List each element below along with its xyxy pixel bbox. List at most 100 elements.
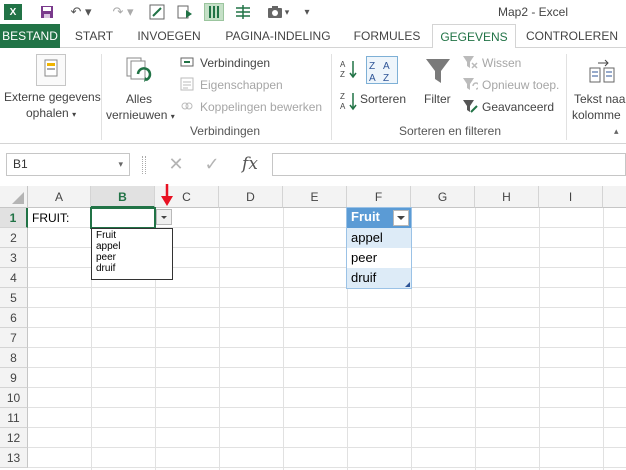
validation-dropdown-list: Fruit appel peer druif [91,228,173,280]
validation-dropdown-button[interactable] [156,209,172,225]
row-header-1[interactable]: 1 [0,208,28,228]
confirm-icon[interactable]: ✓ [200,153,224,176]
insert-function-icon[interactable]: fx [236,153,264,176]
refresh-label-2-wrap: vernieuwen ▾ [106,108,175,122]
row-header-9[interactable]: 9 [0,368,28,388]
advanced-filter-icon [463,100,478,113]
formula-bar-grip[interactable] [142,156,146,174]
red-arrow-annotation-icon [161,184,173,206]
gridline [28,467,626,468]
svg-text:Z: Z [383,73,389,83]
refresh-label-2: vernieuwen [106,108,168,122]
ribbon: Externe gegevens ophalen ▾ Alles vernieu… [0,48,626,144]
sort-az-button[interactable]: AZ [340,58,358,80]
title-bar: X ↶ ▾ ↷ ▾ ▾ ▾ Map2 - Excel [0,0,626,24]
dropdown-option[interactable]: Fruit [96,230,168,241]
row-header-3[interactable]: 3 [0,248,28,268]
svg-text:A: A [383,61,390,72]
column-header-i[interactable]: I [539,186,603,208]
row-header-6[interactable]: 6 [0,308,28,328]
svg-text:A: A [340,60,346,69]
column-header-g[interactable]: G [411,186,475,208]
edit-links-label: Koppelingen bewerken [200,100,323,114]
column-header-b[interactable]: B [91,186,155,208]
properties-label: Eigenschappen [200,78,283,92]
chevron-down-icon[interactable]: ▾ [118,154,123,175]
svg-text:Z: Z [369,61,375,72]
gridline [28,427,626,428]
dropdown-option[interactable]: druif [96,263,168,274]
tab-start[interactable]: START [64,24,124,48]
window-title: Map2 - Excel [497,5,569,19]
row-header-7[interactable]: 7 [0,328,28,348]
sort-label: Sorteren [360,92,407,106]
sort-za-icon: ZA [340,92,357,111]
refresh-all-button[interactable]: Alles vernieuwen ▾ [104,52,175,122]
gridline [28,327,626,328]
svg-text:A: A [340,102,346,111]
column-header-a[interactable]: A [28,186,91,208]
cell-a1[interactable]: FRUIT: [32,208,69,228]
clear-filter-icon [463,56,478,69]
dropdown-option[interactable]: peer [96,252,168,263]
filter-button[interactable]: Filter [420,52,456,122]
tab-data[interactable]: GEGEVENS [432,24,516,49]
column-header-e[interactable]: E [283,186,347,208]
gridline [28,407,626,408]
row-header-5[interactable]: 5 [0,288,28,308]
name-box-value: B1 [13,157,28,171]
cancel-icon[interactable]: ✕ [164,153,188,176]
gridline [28,387,626,388]
external-data-button[interactable]: Externe gegevens ophalen ▾ [2,52,101,122]
worksheet-grid: A B C D E F G H I 1 2 3 4 5 6 7 8 9 10 1… [0,184,626,470]
text-to-columns-button[interactable]: Tekst naar kolomme [572,52,626,122]
advanced-label: Geavanceerd [482,100,555,114]
group-label-sort-filter: Sorteren en filteren [398,124,502,138]
row-header-8[interactable]: 8 [0,348,28,368]
reapply-filter-icon [463,78,478,90]
row-header-10[interactable]: 10 [0,388,28,408]
external-data-label-1: Externe gegevens [4,90,101,104]
tab-review[interactable]: CONTROLEREN [520,24,624,48]
column-header-h[interactable]: H [475,186,539,208]
external-data-icon [36,54,66,86]
row-header-2[interactable]: 2 [0,228,28,248]
name-box[interactable]: B1 ▾ [6,153,130,176]
row-header-13[interactable]: 13 [0,448,28,468]
refresh-icon [124,56,152,86]
column-header-d[interactable]: D [219,186,283,208]
row-header-12[interactable]: 12 [0,428,28,448]
sort-icon: ZAAZ [366,56,398,84]
reapply-label: Opnieuw toep. [482,78,560,92]
collapse-ribbon-icon[interactable]: ▴ [614,126,619,137]
row-header-11[interactable]: 11 [0,408,28,428]
tab-formulas[interactable]: FORMULES [346,24,428,48]
tab-file[interactable]: BESTAND [0,24,60,48]
sort-az-icon: AZ [340,60,357,79]
svg-text:A: A [369,73,376,83]
group-label-connections: Verbindingen [189,124,261,138]
dropdown-option[interactable]: appel [96,241,168,252]
column-header-j[interactable] [603,186,626,208]
svg-text:Z: Z [340,92,345,101]
sort-za-button[interactable]: ZA [340,90,358,112]
tab-insert[interactable]: INVOEGEN [128,24,210,48]
ribbon-separator [566,54,567,140]
sort-button[interactable]: ZAAZ Sorteren [360,52,412,122]
gridline [28,447,626,448]
chevron-down-icon: ▾ [72,110,77,119]
formula-input[interactable] [272,153,626,176]
chevron-down-icon: ▾ [170,112,175,121]
select-all-corner[interactable] [0,186,28,208]
text-to-columns-icon [589,59,615,83]
formula-bar: B1 ▾ ✕ ✓ fx [0,144,626,184]
column-header-f[interactable]: F [347,186,411,208]
gridline [28,307,626,308]
table-resize-handle-icon[interactable] [405,282,410,287]
tab-page-layout[interactable]: PAGINA-INDELING [214,24,342,48]
filter-label: Filter [424,92,451,106]
external-data-label-2-wrap: ophalen ▾ [26,106,76,120]
cell-b1-selected[interactable] [90,207,156,229]
connections-label: Verbindingen [200,56,271,70]
row-header-4[interactable]: 4 [0,268,28,288]
